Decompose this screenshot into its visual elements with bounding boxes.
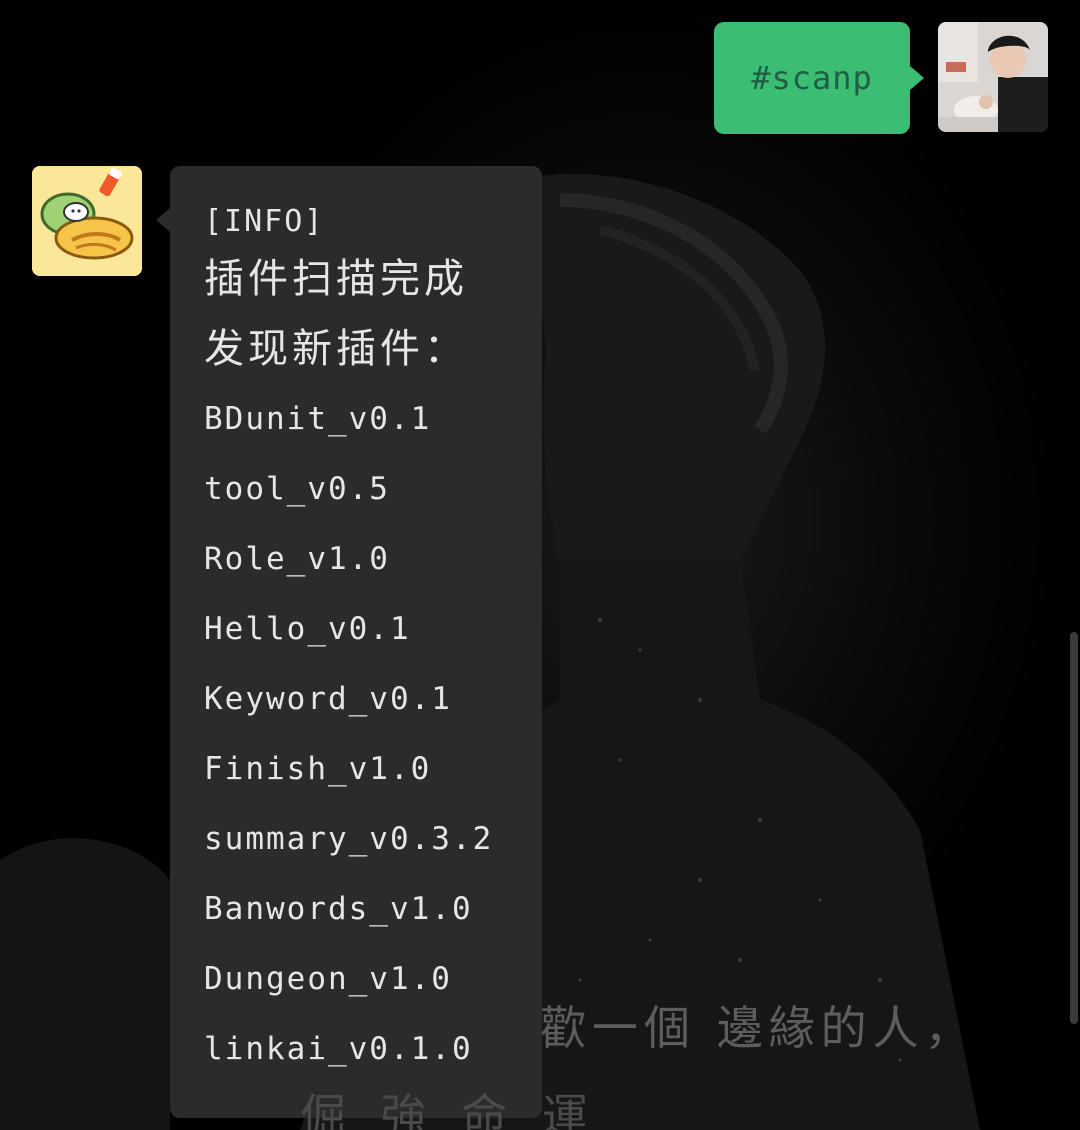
outgoing-message-bubble[interactable]: #scanp	[714, 22, 924, 134]
bot-avatar[interactable]	[32, 166, 142, 276]
plugin-list: BDunit_v0.1 tool_v0.5 Role_v1.0 Hello_v0…	[204, 384, 542, 1084]
plugin-item: Finish_v1.0	[204, 751, 432, 787]
message-tag: [INFO]	[204, 204, 325, 239]
plugin-item: Hello_v0.1	[204, 611, 411, 647]
plugin-item: linkai_v0.1.0	[204, 1031, 473, 1067]
plugin-item: Dungeon_v1.0	[204, 961, 452, 997]
plugin-item: BDunit_v0.1	[204, 401, 432, 437]
user-avatar-photo-icon	[938, 22, 1048, 132]
chat-screen: 歡一個 邊緣的人， #scanp [INFO] 插件扫描完成 发现新插件： BD…	[0, 0, 1080, 1130]
bot-avatar-cartoon-icon	[32, 166, 142, 276]
plugin-item: Role_v1.0	[204, 541, 390, 577]
wallpaper-caption-2: 倔 強 命 運	[300, 1089, 598, 1130]
chat-scrollbar[interactable]	[1070, 632, 1078, 1024]
plugin-item: summary_v0.3.2	[204, 821, 494, 857]
message-subheading: 发现新插件：	[204, 326, 468, 372]
message-heading: 插件扫描完成	[204, 256, 468, 302]
plugin-item: tool_v0.5	[204, 471, 390, 507]
wallpaper-caption: 歡一個 邊緣的人，	[540, 1001, 977, 1055]
plugin-item: Banwords_v1.0	[204, 891, 473, 927]
incoming-message-bubble[interactable]: [INFO] 插件扫描完成 发现新插件： BDunit_v0.1 tool_v0…	[156, 166, 542, 1118]
plugin-item: Keyword_v0.1	[204, 681, 452, 717]
user-avatar[interactable]	[938, 22, 1048, 132]
outgoing-message-text: #scanp	[751, 59, 873, 97]
